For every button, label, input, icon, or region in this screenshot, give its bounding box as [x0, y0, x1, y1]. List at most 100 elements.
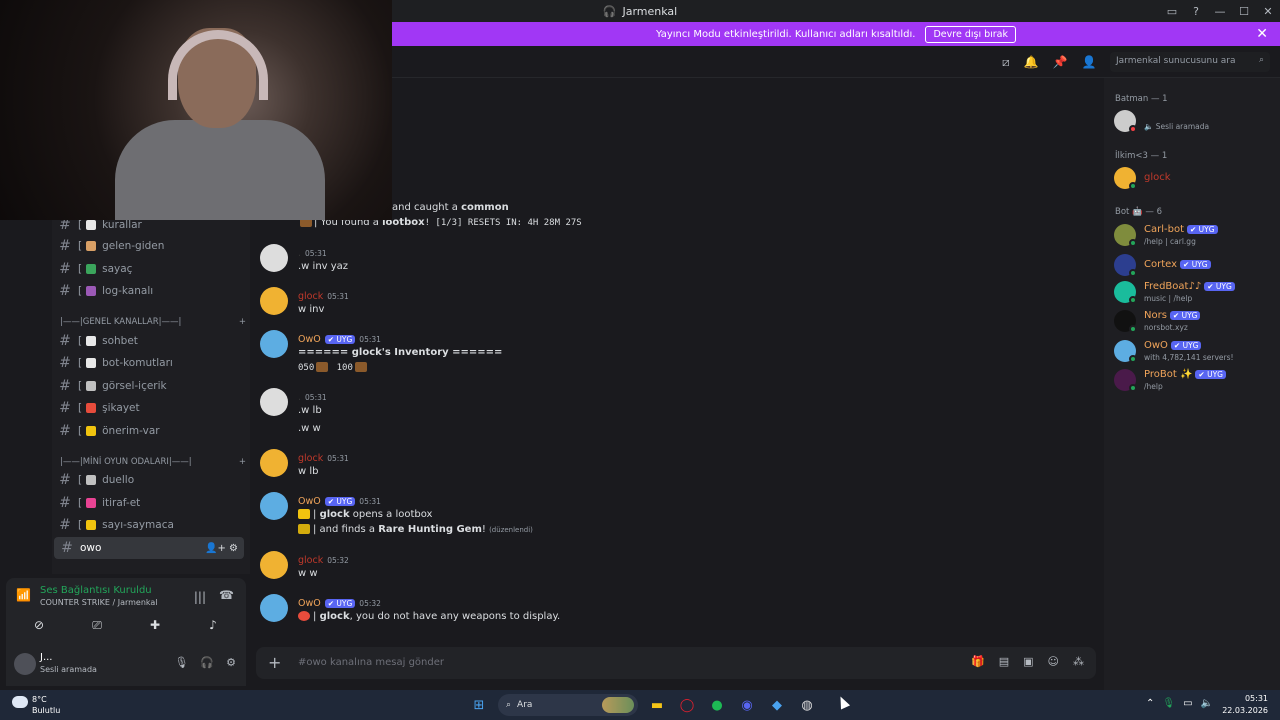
- microphone-icon[interactable]: 🎙: [1162, 698, 1175, 709]
- inbox-icon[interactable]: ▭: [1160, 5, 1184, 18]
- close-icon[interactable]: ✕: [1256, 5, 1280, 18]
- threads-icon[interactable]: ⧄: [1002, 55, 1010, 70]
- avatar[interactable]: [260, 449, 288, 477]
- maximize-icon[interactable]: ☐: [1232, 5, 1256, 18]
- search-icon: ⌕: [1258, 55, 1264, 65]
- gift-icon[interactable]: 🎁: [971, 655, 985, 668]
- gear-icon[interactable]: ⚙: [226, 656, 236, 669]
- channel-settings-icons[interactable]: 👤+ ⚙: [205, 543, 238, 554]
- apps-icon[interactable]: ⁂: [1073, 655, 1084, 668]
- bot-icon: 🤖: [1132, 207, 1143, 217]
- help-icon[interactable]: ?: [1184, 5, 1208, 18]
- search-input[interactable]: Jarmenkal sunucusunu ara ⌕: [1110, 52, 1270, 72]
- channel-duello[interactable]: #[duello: [52, 469, 246, 491]
- sticker-icon[interactable]: ▣: [1023, 655, 1033, 668]
- emoji-icon[interactable]: ☺: [1048, 655, 1059, 668]
- window-title: 🎧 Jarmenkal: [602, 4, 678, 18]
- category-mini-oyun-odalari[interactable]: |——|MİNİ OYUN ODALARI|——| +: [60, 457, 246, 467]
- voice-status-panel: 📶 Ses Bağlantısı Kuruldu COUNTER STRIKE …: [6, 578, 246, 642]
- channel-sikayet[interactable]: #[şikayet: [52, 397, 246, 419]
- hash-icon: #: [59, 423, 71, 439]
- discord-icon[interactable]: ◉: [736, 694, 758, 716]
- member-item[interactable]: Cortex ✔ UYG: [1114, 252, 1274, 280]
- avatar[interactable]: [260, 388, 288, 416]
- channel-sayi-saymaca[interactable]: #[sayı-saymaca: [52, 514, 246, 536]
- gif-icon[interactable]: ▤: [999, 655, 1009, 668]
- members-icon[interactable]: 👤: [1082, 55, 1097, 70]
- add-channel-icon[interactable]: +: [239, 317, 246, 327]
- author-name[interactable]: .: [298, 248, 301, 259]
- disconnect-icon[interactable]: ☎: [219, 588, 234, 602]
- taskbar-search[interactable]: ⌕ Ara: [498, 694, 638, 716]
- search-icon: ⌕: [506, 700, 512, 710]
- channel-itiraf-et[interactable]: #[itiraf-et: [52, 492, 246, 514]
- close-icon[interactable]: ✕: [1256, 26, 1268, 42]
- soundboard-icon[interactable]: ♪: [188, 614, 238, 636]
- status-dot: [1129, 384, 1137, 392]
- pin-icon[interactable]: 📌: [1053, 55, 1068, 70]
- member-item[interactable]: Nors ✔ UYG norsbot.xyz: [1114, 308, 1274, 336]
- opera-icon[interactable]: ◯: [676, 694, 698, 716]
- noise-suppression-icon[interactable]: |||: [194, 590, 206, 604]
- cloud-icon: [12, 696, 28, 708]
- file-explorer-icon[interactable]: ▬: [646, 694, 668, 716]
- message-input[interactable]: #owo kanalına mesaj gönder: [298, 657, 444, 668]
- channel-sayac[interactable]: #[sayaç: [52, 258, 246, 280]
- add-channel-icon[interactable]: +: [239, 457, 246, 467]
- monitor-icon[interactable]: ▭: [1183, 698, 1192, 709]
- window-controls: ▭ ? — ☐ ✕: [1160, 0, 1280, 22]
- header-icons: ⧄ 🔔 📌 👤: [1002, 55, 1097, 70]
- avatar[interactable]: [260, 244, 288, 272]
- microphone-icon[interactable]: 🎙: [174, 656, 188, 669]
- volume-icon[interactable]: 🔈: [1201, 698, 1213, 709]
- channel-emoji-icon: [86, 241, 97, 251]
- member-item[interactable]: OwO ✔ UYG with 4,782,141 servers!: [1114, 338, 1274, 366]
- minimize-icon[interactable]: —: [1208, 5, 1232, 18]
- bell-icon[interactable]: 🔔: [1024, 55, 1039, 70]
- headphones-icon[interactable]: 🎧: [200, 656, 214, 669]
- avatar[interactable]: [260, 551, 288, 579]
- steam-icon[interactable]: ◍: [796, 694, 818, 716]
- channel-list: #[kurallar #[gelen-giden #[sayaç #[log-k…: [52, 214, 250, 574]
- clock[interactable]: 05:31 22.03.2026: [1222, 693, 1268, 717]
- category-genel-kanallar[interactable]: |——|GENEL KANALLAR|——| +: [60, 317, 246, 327]
- camera-off-icon[interactable]: ⊘: [14, 614, 64, 636]
- chevron-up-icon[interactable]: ⌃: [1146, 698, 1154, 709]
- channel-gelen-giden[interactable]: #[gelen-giden: [52, 235, 246, 257]
- member-item[interactable]: 🔈 Sesli aramada: [1114, 108, 1274, 136]
- user-controls: 🎙 🎧 ⚙: [174, 656, 236, 669]
- member-item[interactable]: ProBot ✨ ✔ UYG /help: [1114, 367, 1274, 395]
- avatar[interactable]: [260, 287, 288, 315]
- streamer-mode-banner: Yayıncı Modu etkinleştirildi. Kullanıcı …: [392, 22, 1280, 46]
- channel-onerim-var[interactable]: #[önerim-var: [52, 420, 246, 442]
- channel-bot-komutlari[interactable]: #[bot-komutları: [52, 352, 246, 374]
- channel-emoji-icon: [86, 381, 97, 391]
- channel-log-kanali[interactable]: #[log-kanalı: [52, 280, 246, 302]
- author-name[interactable]: .: [298, 392, 301, 403]
- member-item[interactable]: FredBoat♪♪ ✔ UYG music | /help: [1114, 279, 1274, 307]
- voice-icon: 🔈: [1144, 122, 1154, 131]
- status-dot: [1129, 269, 1137, 277]
- member-item[interactable]: Carl-bot ✔ UYG /help | carl.gg: [1114, 222, 1274, 250]
- screen-share-icon[interactable]: ⎚: [72, 614, 122, 636]
- channel-gorsel-icerik[interactable]: #[görsel-içerik: [52, 375, 246, 397]
- windows-start-icon[interactable]: ⊞: [468, 694, 490, 716]
- member-item[interactable]: glock: [1114, 165, 1274, 193]
- activities-icon[interactable]: ✚: [130, 614, 180, 636]
- channel-header: ⧄ 🔔 📌 👤 Jarmenkal sunucusunu ara ⌕: [392, 46, 1280, 78]
- voice-action-buttons: ⊘ ⎚ ✚ ♪: [14, 614, 238, 636]
- channel-sohbet[interactable]: #[sohbet: [52, 330, 246, 352]
- message-composer[interactable]: + #owo kanalına mesaj gönder 🎁 ▤ ▣ ☺ ⁂: [256, 647, 1096, 679]
- channel-owo[interactable]: # owo 👤+ ⚙: [54, 537, 244, 559]
- avatar[interactable]: [260, 594, 288, 622]
- plus-icon[interactable]: +: [268, 653, 281, 672]
- avatar[interactable]: [14, 653, 36, 675]
- disable-streamer-mode-button[interactable]: Devre dışı bırak: [925, 25, 1017, 43]
- spotify-icon[interactable]: ●: [706, 694, 728, 716]
- composer-icons: 🎁 ▤ ▣ ☺ ⁂: [971, 655, 1084, 668]
- channel-emoji-icon: [86, 336, 97, 346]
- app-icon[interactable]: ◆: [766, 694, 788, 716]
- avatar[interactable]: [260, 492, 288, 520]
- avatar[interactable]: [260, 330, 288, 358]
- channel-emoji-icon: [86, 220, 97, 230]
